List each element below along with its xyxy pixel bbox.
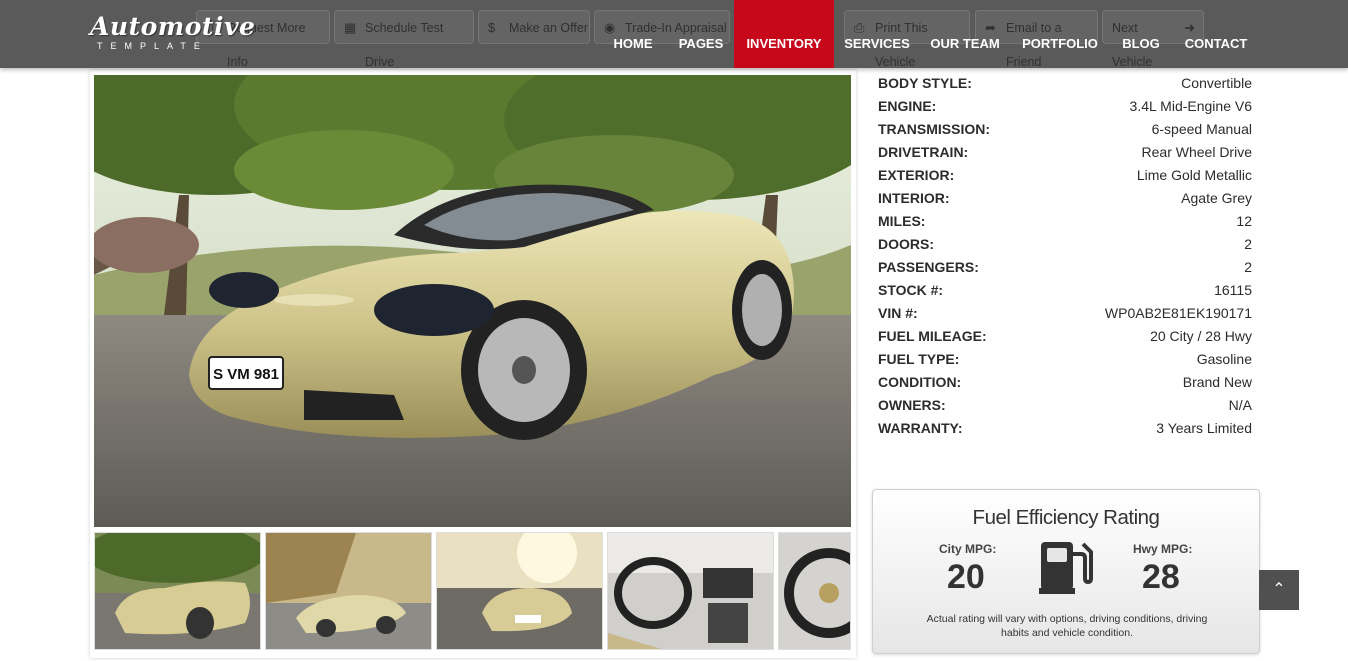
gallery-thumbnail[interactable] [94,532,261,650]
hwy-mpg-label: Hwy MPG: [1133,542,1193,556]
site-header: ⓘ Request More Info ▦ Schedule Test Driv… [0,0,1348,69]
fuel-efficiency-box: Fuel Efficiency Rating City MPG: 20 Hwy … [872,489,1260,654]
nav-portfolio[interactable]: PORTFOLIO [1020,0,1100,68]
nav-inventory[interactable]: INVENTORY [734,0,834,68]
license-plate: S VM 981 [213,366,279,383]
spec-transmission: TRANSMISSION: 6-speed Manual [878,121,1252,137]
spec-drivetrain: DRIVETRAIN: Rear Wheel Drive [878,144,1252,160]
spec-miles: MILES: 12 [878,213,1252,229]
gallery-thumbnail[interactable] [778,532,851,650]
main-vehicle-photo[interactable]: S VM 981 [94,75,851,527]
city-mpg-value: 20 [947,558,985,596]
spec-condition: CONDITION: Brand New [878,374,1252,390]
fuel-efficiency-title: Fuel Efficiency Rating [972,506,1160,529]
spec-owners: OWNERS: N/A [878,397,1252,413]
site-logo[interactable]: Automotive TEMPLATE [90,14,255,52]
vehicle-specs: BODY STYLE: Convertible ENGINE: 3.4L Mid-E… [878,72,1252,440]
vehicle-gallery: S VM 981 [90,70,856,658]
make-offer-button[interactable]: $ Make an Offer [478,10,590,44]
spec-fuel-type: FUEL TYPE: Gasoline [878,351,1252,367]
spec-stock: STOCK #: 16115 [878,282,1252,298]
gallery-thumbnail[interactable] [436,532,603,650]
back-to-top-button[interactable]: ⌃ [1259,570,1299,610]
nav-services[interactable]: SERVICES [842,0,912,68]
fuel-pump-icon [1039,538,1093,599]
spec-doors: DOORS: 2 [878,236,1252,252]
spec-vin: VIN #: WP0AB2E81EK190171 [878,305,1252,321]
spec-warranty: WARRANTY: 3 Years Limited [878,420,1252,436]
fuel-rating-note: Actual rating will vary with options, dr… [926,613,1208,639]
nav-contact[interactable]: CONTACT [1180,0,1252,68]
nav-blog[interactable]: BLOG [1116,0,1166,68]
nav-home[interactable]: HOME [606,0,660,68]
gallery-thumbnail[interactable] [607,532,774,650]
spec-passengers: PASSENGERS: 2 [878,259,1252,275]
calendar-icon: ▦ [344,20,357,35]
nav-pages[interactable]: PAGES [672,0,730,68]
nav-our-team[interactable]: OUR TEAM [926,0,1004,68]
dollar-icon: $ [488,20,496,35]
schedule-test-drive-button[interactable]: ▦ Schedule Test Drive [334,10,474,69]
spec-interior: INTERIOR: Agate Grey [878,190,1252,206]
chevron-up-icon: ⌃ [1272,581,1286,598]
spec-fuel-mileage: FUEL MILEAGE: 20 City / 28 Hwy [878,328,1252,344]
spec-engine: ENGINE: 3.4L Mid-Engine V6 [878,98,1252,114]
city-mpg-label: City MPG: [939,542,997,556]
spec-exterior: EXTERIOR: Lime Gold Metallic [878,167,1252,183]
gallery-thumbnail[interactable] [265,532,432,650]
hwy-mpg-value: 28 [1142,558,1180,596]
spec-body-style: BODY STYLE: Convertible [878,75,1252,91]
